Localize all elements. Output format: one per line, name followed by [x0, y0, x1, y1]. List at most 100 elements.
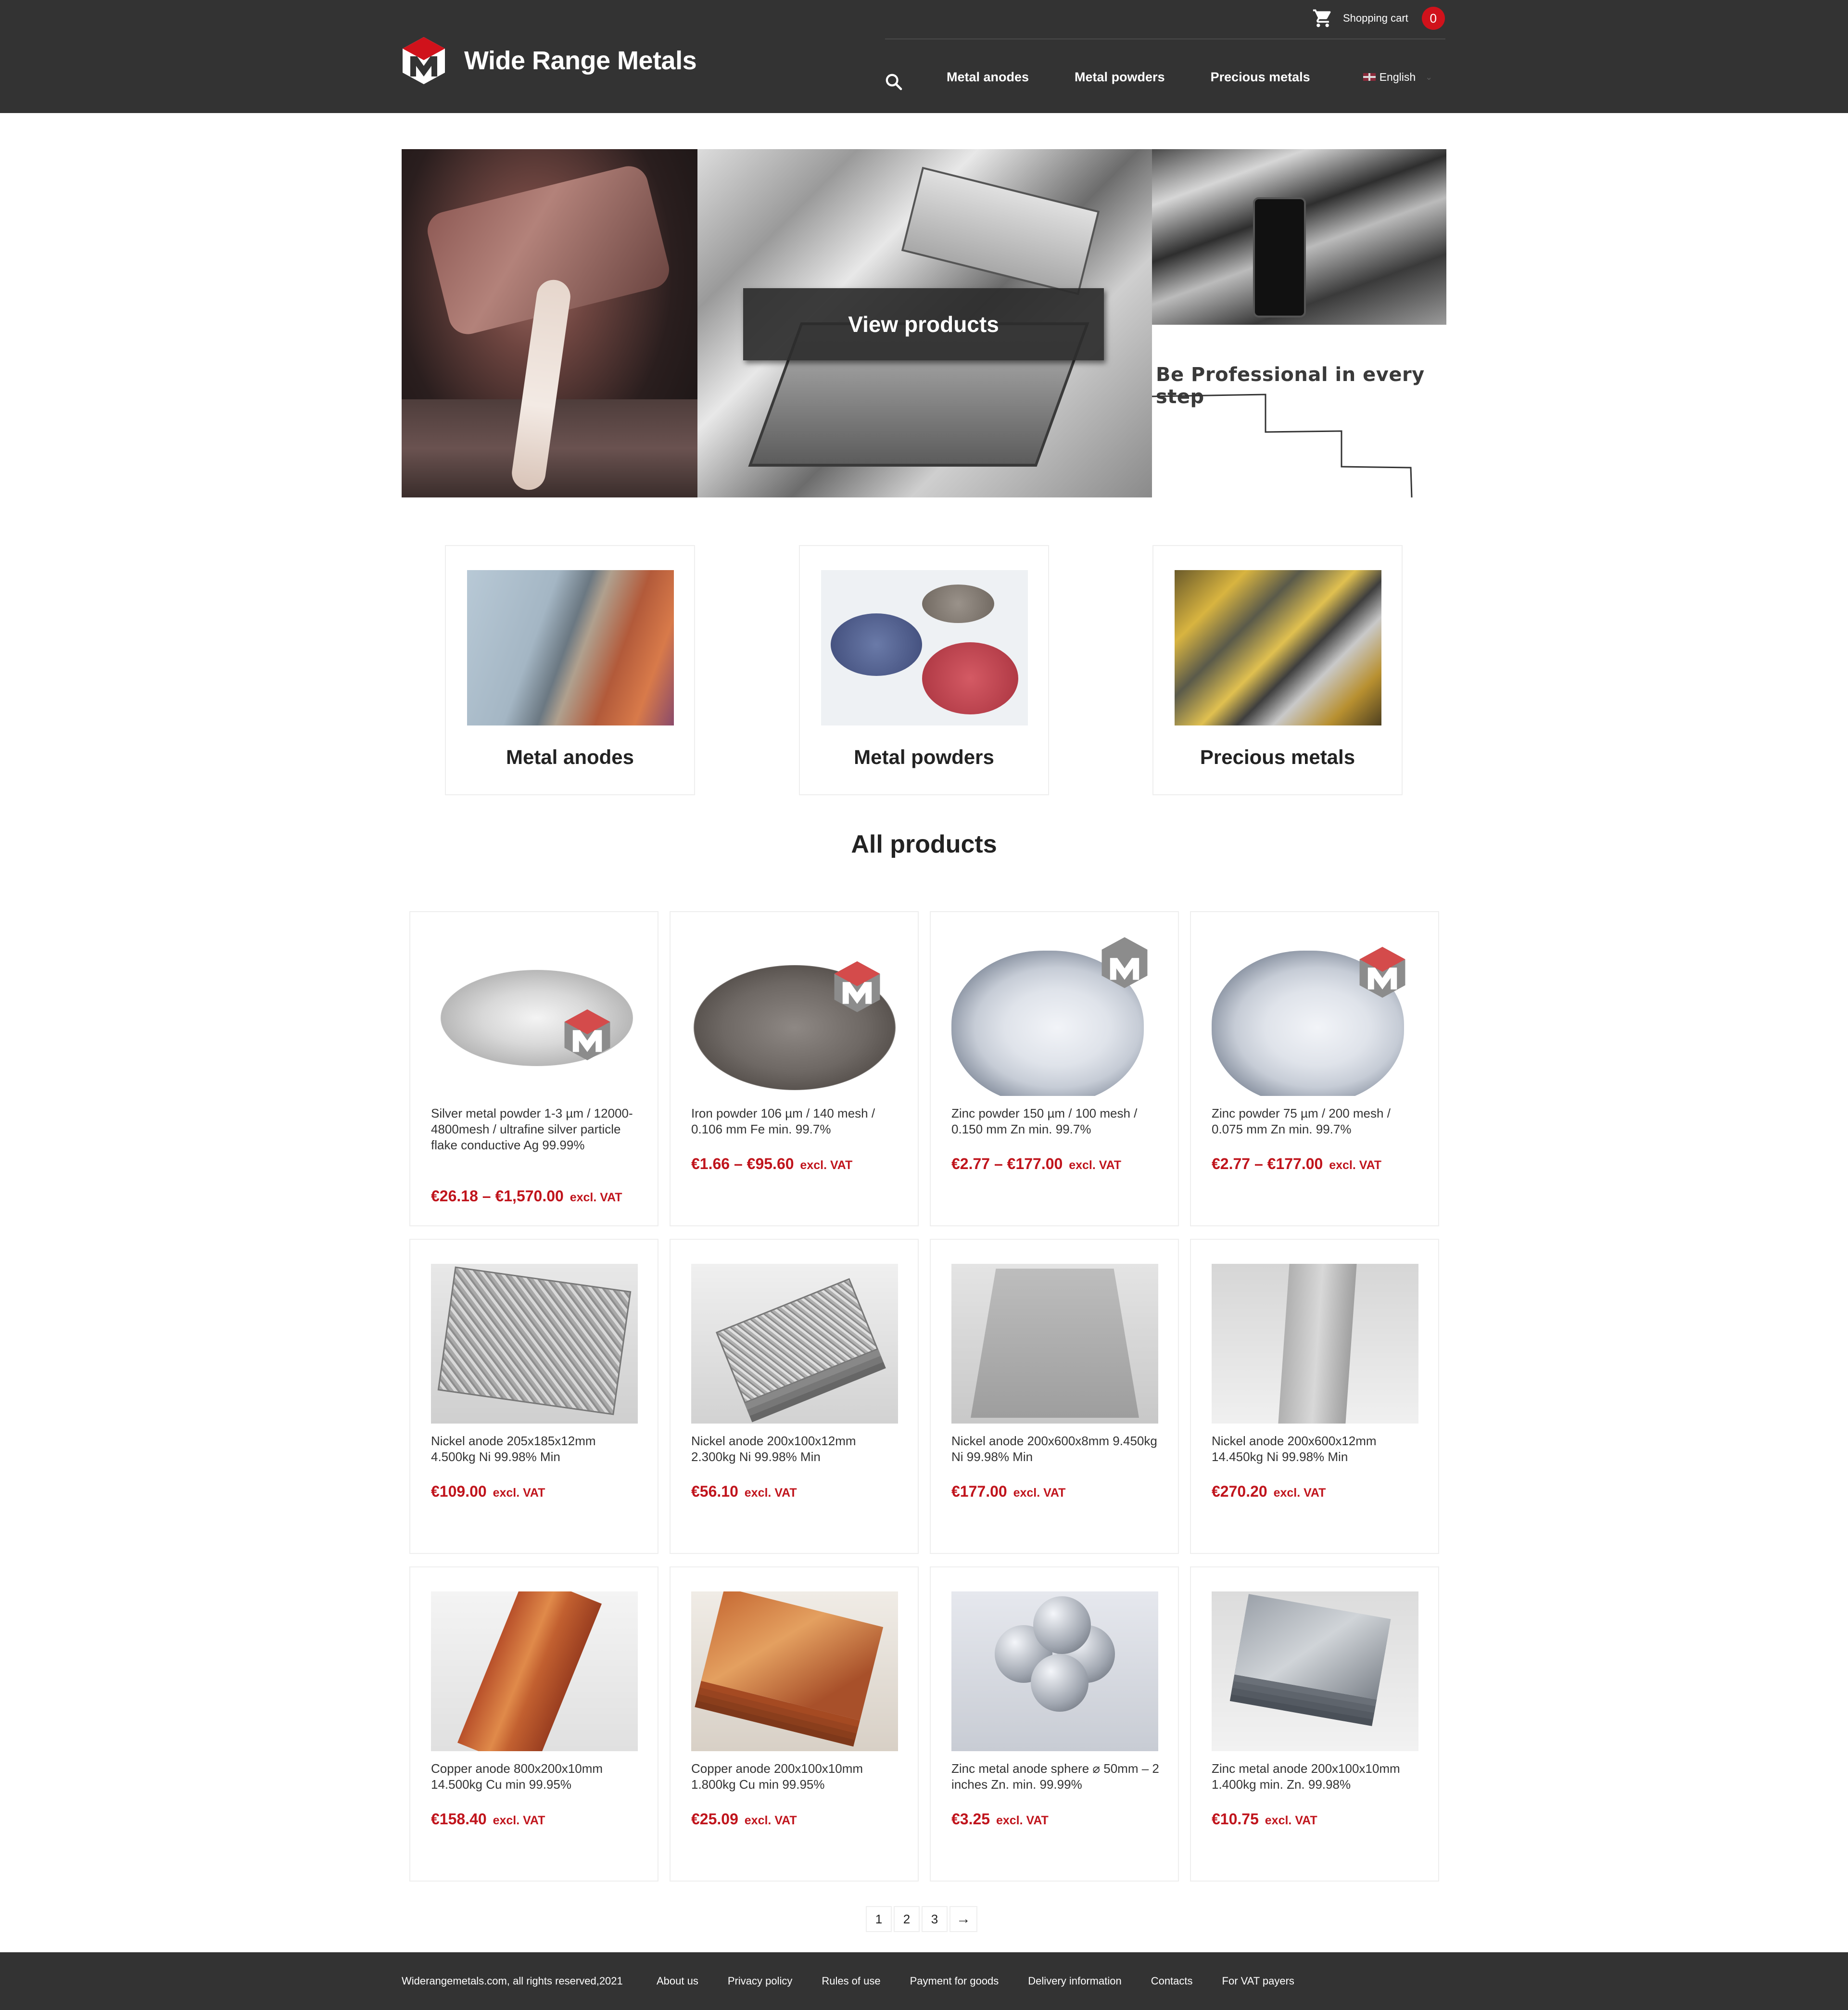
- product-card[interactable]: Silver metal powder 1-3 µm / 12000-4800m…: [409, 911, 658, 1226]
- nav-precious-metals[interactable]: Precious metals: [1211, 70, 1310, 85]
- vat-label: excl. VAT: [996, 1814, 1049, 1827]
- product-price: €177.00 excl. VAT: [951, 1483, 1065, 1501]
- product-price: €26.18 – €1,570.00 excl. VAT: [431, 1187, 622, 1205]
- category-card-metal-powders[interactable]: Metal powders: [799, 545, 1049, 795]
- page-2-link[interactable]: 2: [894, 1906, 920, 1932]
- price-value: €10.75: [1212, 1810, 1259, 1828]
- vat-label: excl. VAT: [1329, 1158, 1382, 1172]
- page-1-link[interactable]: 1: [866, 1906, 892, 1932]
- nav-metal-anodes[interactable]: Metal anodes: [947, 70, 1029, 85]
- hero-banner: View products Be Professional in every s…: [402, 149, 1446, 497]
- next-page-arrow-icon[interactable]: →: [949, 1906, 977, 1932]
- product-name[interactable]: Copper anode 200x100x10mm 1.800kg Cu min…: [691, 1761, 903, 1793]
- price-value: €109.00: [431, 1483, 487, 1500]
- header-divider: [885, 38, 1445, 39]
- footer-link-for-vat-payers[interactable]: For VAT payers: [1222, 1975, 1294, 1987]
- product-name[interactable]: Iron powder 106 µm / 140 mesh / 0.106 mm…: [691, 1106, 903, 1137]
- nav-metal-powders[interactable]: Metal powders: [1075, 70, 1165, 85]
- watermark-logo-icon: [1101, 937, 1148, 988]
- product-image: [431, 936, 638, 1096]
- product-image: [431, 1264, 638, 1424]
- language-label: English: [1379, 70, 1416, 83]
- category-image: [821, 570, 1028, 725]
- logo-link[interactable]: Wide Range Metals: [402, 36, 697, 85]
- product-name[interactable]: Nickel anode 200x600x8mm 9.450kg Ni 99.9…: [951, 1433, 1163, 1465]
- footer-link-rules-of-use[interactable]: Rules of use: [822, 1975, 880, 1987]
- product-price: €56.10 excl. VAT: [691, 1483, 797, 1501]
- product-price: €158.40 excl. VAT: [431, 1810, 545, 1828]
- vat-label: excl. VAT: [570, 1191, 622, 1204]
- product-name[interactable]: Nickel anode 200x100x12mm 2.300kg Ni 99.…: [691, 1433, 903, 1465]
- product-name[interactable]: Zinc metal anode sphere ⌀ 50mm – 2 inche…: [951, 1761, 1163, 1793]
- vat-label: excl. VAT: [744, 1814, 797, 1827]
- product-card[interactable]: Zinc powder 75 µm / 200 mesh / 0.075 mm …: [1190, 911, 1439, 1226]
- product-name[interactable]: Zinc powder 75 µm / 200 mesh / 0.075 mm …: [1212, 1106, 1423, 1137]
- product-card[interactable]: Copper anode 200x100x10mm 1.800kg Cu min…: [670, 1566, 919, 1882]
- cart-count-badge: 0: [1421, 7, 1445, 30]
- product-price: €2.77 – €177.00 excl. VAT: [951, 1155, 1121, 1173]
- price-value: €3.25: [951, 1810, 990, 1828]
- category-label: Metal powders: [854, 746, 994, 768]
- site-header: Wide Range Metals Shopping cart 0 Metal …: [0, 0, 1848, 113]
- product-card[interactable]: Iron powder 106 µm / 140 mesh / 0.106 mm…: [670, 911, 919, 1226]
- footer-link-about-us[interactable]: About us: [657, 1975, 698, 1987]
- product-name[interactable]: Nickel anode 205x185x12mm 4.500kg Ni 99.…: [431, 1433, 643, 1465]
- all-products-heading: All products: [851, 830, 997, 858]
- price-value: €158.40: [431, 1810, 487, 1828]
- product-card[interactable]: Copper anode 800x200x10mm 14.500kg Cu mi…: [409, 1566, 658, 1882]
- product-card[interactable]: Zinc powder 150 µm / 100 mesh / 0.150 mm…: [930, 911, 1179, 1226]
- footer-link-payment-for-goods[interactable]: Payment for goods: [910, 1975, 999, 1987]
- category-image: [1175, 570, 1381, 725]
- site-footer: Widerangemetals.com, all rights reserved…: [0, 1952, 1848, 2010]
- product-card[interactable]: Zinc metal anode sphere ⌀ 50mm – 2 inche…: [930, 1566, 1179, 1882]
- brand-logo-icon: [403, 37, 445, 84]
- cart-label: Shopping cart: [1343, 12, 1408, 24]
- vat-label: excl. VAT: [1265, 1814, 1317, 1827]
- price-value: €177.00: [951, 1483, 1007, 1500]
- search-icon[interactable]: [884, 72, 903, 91]
- category-card-metal-anodes[interactable]: Metal anodes: [445, 545, 695, 795]
- language-selector[interactable]: English ⌄: [1363, 70, 1432, 84]
- product-image: [951, 1264, 1158, 1424]
- category-label: Metal anodes: [506, 746, 634, 768]
- footer-link-contacts[interactable]: Contacts: [1151, 1975, 1193, 1987]
- product-card[interactable]: Nickel anode 200x600x12mm 14.450kg Ni 99…: [1190, 1239, 1439, 1554]
- watermark-logo-icon: [564, 1009, 610, 1060]
- brand-name: Wide Range Metals: [464, 46, 697, 75]
- vat-label: excl. VAT: [1013, 1486, 1066, 1500]
- product-image: [951, 936, 1158, 1096]
- view-products-button[interactable]: View products: [743, 288, 1104, 360]
- price-value: €56.10: [691, 1483, 738, 1500]
- product-card[interactable]: Nickel anode 205x185x12mm 4.500kg Ni 99.…: [409, 1239, 658, 1554]
- vat-label: excl. VAT: [744, 1486, 797, 1500]
- footer-link-privacy-policy[interactable]: Privacy policy: [728, 1975, 792, 1987]
- price-value: €26.18 – €1,570.00: [431, 1187, 564, 1205]
- product-name[interactable]: Silver metal powder 1-3 µm / 12000-4800m…: [431, 1106, 643, 1153]
- product-name[interactable]: Zinc metal anode 200x100x10mm 1.400kg mi…: [1212, 1761, 1423, 1793]
- hero-professional-panel: Be Professional in every step: [1152, 149, 1446, 497]
- footer-links: About us Privacy policy Rules of use Pay…: [657, 1975, 1324, 1987]
- footer-link-delivery-information[interactable]: Delivery information: [1028, 1975, 1121, 1987]
- product-card[interactable]: Nickel anode 200x100x12mm 2.300kg Ni 99.…: [670, 1239, 919, 1554]
- price-value: €1.66 – €95.60: [691, 1155, 794, 1172]
- cart-icon: [1313, 9, 1331, 27]
- product-image: [691, 936, 898, 1096]
- product-image: [1212, 1264, 1418, 1424]
- product-name[interactable]: Zinc powder 150 µm / 100 mesh / 0.150 mm…: [951, 1106, 1163, 1137]
- page-3-link[interactable]: 3: [922, 1906, 948, 1932]
- category-card-precious-metals[interactable]: Precious metals: [1152, 545, 1403, 795]
- product-name[interactable]: Copper anode 800x200x10mm 14.500kg Cu mi…: [431, 1761, 643, 1793]
- product-price: €25.09 excl. VAT: [691, 1810, 797, 1828]
- product-image: [1212, 1591, 1418, 1751]
- shopping-cart-link[interactable]: Shopping cart 0: [1312, 7, 1445, 30]
- product-price: €10.75 excl. VAT: [1212, 1810, 1317, 1828]
- product-price: €109.00 excl. VAT: [431, 1483, 545, 1501]
- product-card[interactable]: Nickel anode 200x600x8mm 9.450kg Ni 99.9…: [930, 1239, 1179, 1554]
- product-name[interactable]: Nickel anode 200x600x12mm 14.450kg Ni 99…: [1212, 1433, 1423, 1465]
- watermark-logo-icon: [1359, 947, 1405, 998]
- uk-flag-icon: [1363, 73, 1376, 81]
- product-price: €1.66 – €95.60 excl. VAT: [691, 1155, 852, 1173]
- product-image: [951, 1591, 1158, 1751]
- product-price: €270.20 excl. VAT: [1212, 1483, 1326, 1501]
- product-card[interactable]: Zinc metal anode 200x100x10mm 1.400kg mi…: [1190, 1566, 1439, 1882]
